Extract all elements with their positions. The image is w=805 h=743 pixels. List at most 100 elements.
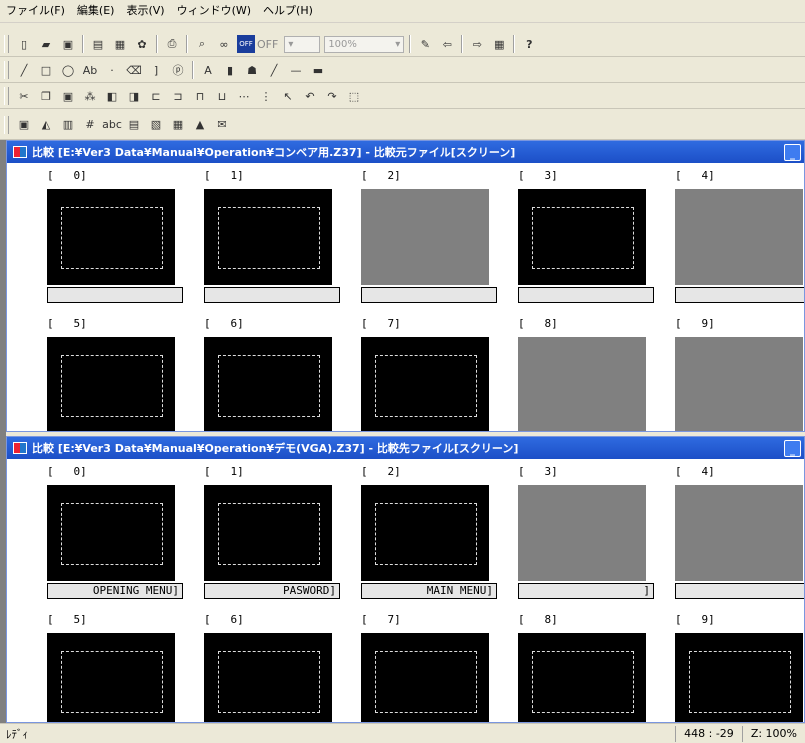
window-titlebar[interactable]: 比較 [E:¥Ver3 Data¥Manual¥Operation¥コンベア用.… xyxy=(7,141,804,163)
off-toggle-icon[interactable]: OFF xyxy=(237,35,255,53)
menu-file[interactable]: ファイル(F) xyxy=(0,1,71,21)
numeric-display-icon[interactable]: # xyxy=(81,116,99,134)
empty-screen-thumbnail[interactable] xyxy=(675,485,803,581)
meter-part-icon[interactable]: ▤ xyxy=(125,116,143,134)
rectangle-tool-icon[interactable]: □ xyxy=(37,61,55,79)
screen-thumbnail[interactable] xyxy=(361,337,489,431)
distribute-h-icon[interactable]: ⋯ xyxy=(235,87,253,105)
screen-name: ] xyxy=(518,583,654,599)
shape-color-icon[interactable]: ☗ xyxy=(243,61,261,79)
dot-tool-icon[interactable]: · xyxy=(103,61,121,79)
screen-thumbnail[interactable] xyxy=(518,189,646,285)
link-icon[interactable]: ∞ xyxy=(215,35,233,53)
toolbar-grip[interactable] xyxy=(4,35,9,53)
screen-thumbnail[interactable] xyxy=(518,633,646,722)
menu-help[interactable]: ヘルプ(H) xyxy=(257,1,319,21)
minimize-button[interactable]: _ xyxy=(784,143,801,161)
line-width-icon[interactable]: — xyxy=(287,61,305,79)
menu-view[interactable]: 表示(V) xyxy=(120,1,170,21)
screen-thumbnail[interactable] xyxy=(47,337,175,431)
select-icon[interactable]: ⬚ xyxy=(345,87,363,105)
menu-edit[interactable]: 編集(E) xyxy=(71,1,121,21)
print-icon[interactable]: ⎙ xyxy=(163,35,181,53)
screen-name xyxy=(675,287,804,303)
bracket-icon[interactable]: ] xyxy=(147,61,165,79)
screen-icon[interactable]: ▦ xyxy=(111,35,129,53)
zoom-select[interactable]: 100% ▾ xyxy=(324,35,405,53)
distribute-v-icon[interactable]: ⋮ xyxy=(257,87,275,105)
parts-p-icon[interactable]: ⓟ xyxy=(169,61,187,79)
menu-window[interactable]: ウィンドウ(W) xyxy=(171,1,257,21)
font-icon[interactable]: A xyxy=(199,61,217,79)
align-top-icon[interactable]: ⊓ xyxy=(191,87,209,105)
graph-part-icon[interactable]: ▥ xyxy=(59,116,77,134)
bring-front-icon[interactable]: ◧ xyxy=(103,87,121,105)
alarm-part-icon[interactable]: ▦ xyxy=(169,116,187,134)
screen-thumbnail[interactable] xyxy=(204,337,332,431)
paste-icon[interactable]: ▣ xyxy=(59,87,77,105)
message-part-icon[interactable]: ✉ xyxy=(213,116,231,134)
trend-graph-icon[interactable]: ▧ xyxy=(147,116,165,134)
screen-thumbnail[interactable] xyxy=(361,485,489,581)
open-folder-icon[interactable]: ▰ xyxy=(37,35,55,53)
thumbnail-preview xyxy=(689,651,791,713)
grid-icon[interactable]: ▦ xyxy=(490,35,508,53)
find-icon[interactable]: ✎ xyxy=(416,35,434,53)
parts-icon[interactable]: ✿ xyxy=(133,35,151,53)
screen-thumbnail[interactable] xyxy=(675,633,803,722)
save-icon[interactable]: ▣ xyxy=(59,35,77,53)
toolbar-grip[interactable] xyxy=(4,87,9,105)
picture-part-icon[interactable]: ▲ xyxy=(191,116,209,134)
line-style-icon[interactable]: ╱ xyxy=(265,61,283,79)
screen-thumbnail[interactable] xyxy=(47,189,175,285)
empty-screen-thumbnail[interactable] xyxy=(518,485,646,581)
send-back-icon[interactable]: ◨ xyxy=(125,87,143,105)
pattern-icon[interactable]: ▬ xyxy=(309,61,327,79)
empty-screen-thumbnail[interactable] xyxy=(361,189,489,285)
separator xyxy=(156,35,158,53)
empty-screen-thumbnail[interactable] xyxy=(518,337,646,431)
screen-thumbnail[interactable] xyxy=(47,485,175,581)
copy-icon[interactable]: ❐ xyxy=(37,87,55,105)
screen-thumbnail[interactable] xyxy=(204,485,332,581)
redo-icon[interactable]: ↷ xyxy=(323,87,341,105)
zoom-fit-icon[interactable]: ⌕ xyxy=(193,35,211,53)
undo-icon[interactable]: ↶ xyxy=(301,87,319,105)
align-right-icon[interactable]: ⊐ xyxy=(169,87,187,105)
eraser-icon[interactable]: ⌫ xyxy=(125,61,143,79)
line-tool-icon[interactable]: ╱ xyxy=(15,61,33,79)
forward-arrow-icon[interactable]: ⇨ xyxy=(468,35,486,53)
screen-thumbnail[interactable] xyxy=(204,633,332,722)
pointer-icon[interactable]: ↖ xyxy=(279,87,297,105)
minimize-button[interactable]: _ xyxy=(784,439,801,457)
compare-icon[interactable]: ▤ xyxy=(89,35,107,53)
unit-select[interactable]: ▾ xyxy=(284,35,321,53)
thumbnail-preview xyxy=(61,651,163,713)
compare-target-window: 比較 [E:¥Ver3 Data¥Manual¥Operation¥デモ(VGA… xyxy=(6,436,805,723)
screen-index: [ 4] xyxy=(675,169,715,182)
empty-screen-thumbnail[interactable] xyxy=(675,189,803,285)
screen-name xyxy=(361,287,497,303)
back-arrow-icon[interactable]: ⇦ xyxy=(438,35,456,53)
screen-index: [ 2] xyxy=(361,169,401,182)
text-tool-icon[interactable]: Ab xyxy=(81,61,99,79)
string-display-icon[interactable]: abc xyxy=(102,116,122,134)
align-bottom-icon[interactable]: ⊔ xyxy=(213,87,231,105)
circle-tool-icon[interactable]: ◯ xyxy=(59,61,77,79)
screen-thumbnail[interactable] xyxy=(47,633,175,722)
screen-index: [ 5] xyxy=(47,613,87,626)
lamp-part-icon[interactable]: ◭ xyxy=(37,116,55,134)
new-file-icon[interactable]: ▯ xyxy=(15,35,33,53)
cut-icon[interactable]: ✂ xyxy=(15,87,33,105)
align-left-icon[interactable]: ⊏ xyxy=(147,87,165,105)
screen-thumbnail[interactable] xyxy=(361,633,489,722)
screen-thumbnail[interactable] xyxy=(204,189,332,285)
help-icon[interactable]: ? xyxy=(520,35,538,53)
toolbar-grip[interactable] xyxy=(4,115,9,134)
switch-part-icon[interactable]: ▣ xyxy=(15,116,33,134)
group-icon[interactable]: ⁂ xyxy=(81,87,99,105)
toolbar-grip[interactable] xyxy=(4,61,9,79)
fill-color-icon[interactable]: ▮ xyxy=(221,61,239,79)
empty-screen-thumbnail[interactable] xyxy=(675,337,803,431)
window-titlebar[interactable]: 比較 [E:¥Ver3 Data¥Manual¥Operation¥デモ(VGA… xyxy=(7,437,804,459)
